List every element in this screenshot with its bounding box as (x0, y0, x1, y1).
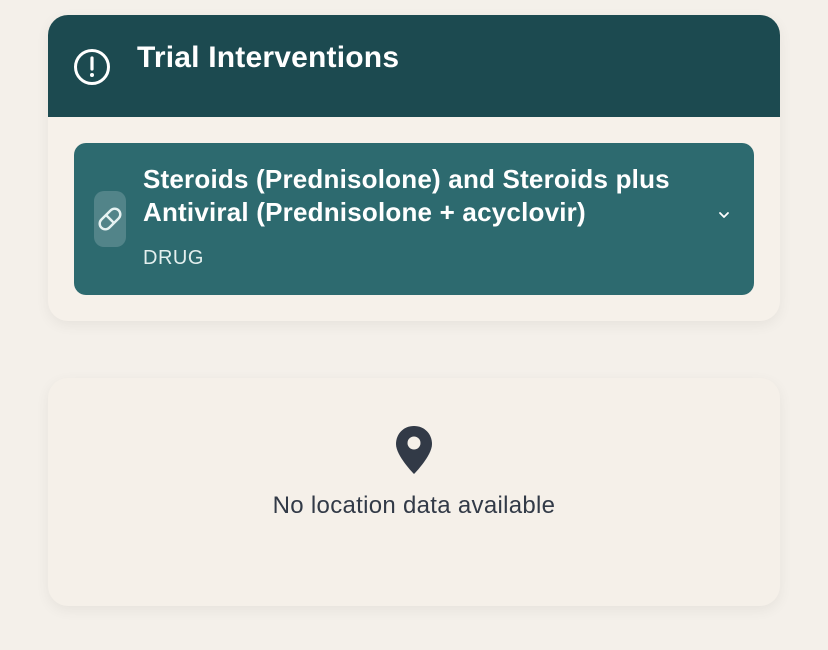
location-card: No location data available (48, 378, 780, 606)
alert-circle-icon (72, 47, 112, 87)
intervention-name: Steroids (Prednisolone) and Steroids plu… (143, 164, 670, 227)
no-location-message: No location data available (272, 492, 556, 519)
intervention-type: DRUG (143, 247, 204, 269)
map-pin-icon (394, 424, 434, 476)
interventions-header: Trial Interventions (48, 15, 780, 117)
pill-icon (94, 191, 126, 247)
intervention-item[interactable]: Steroids (Prednisolone) and Steroids plu… (74, 143, 754, 295)
chevron-down-icon[interactable] (716, 207, 732, 223)
interventions-card: Trial Interventions Steroids (Prednisolo… (48, 15, 780, 321)
interventions-title: Trial Interventions (137, 41, 400, 74)
